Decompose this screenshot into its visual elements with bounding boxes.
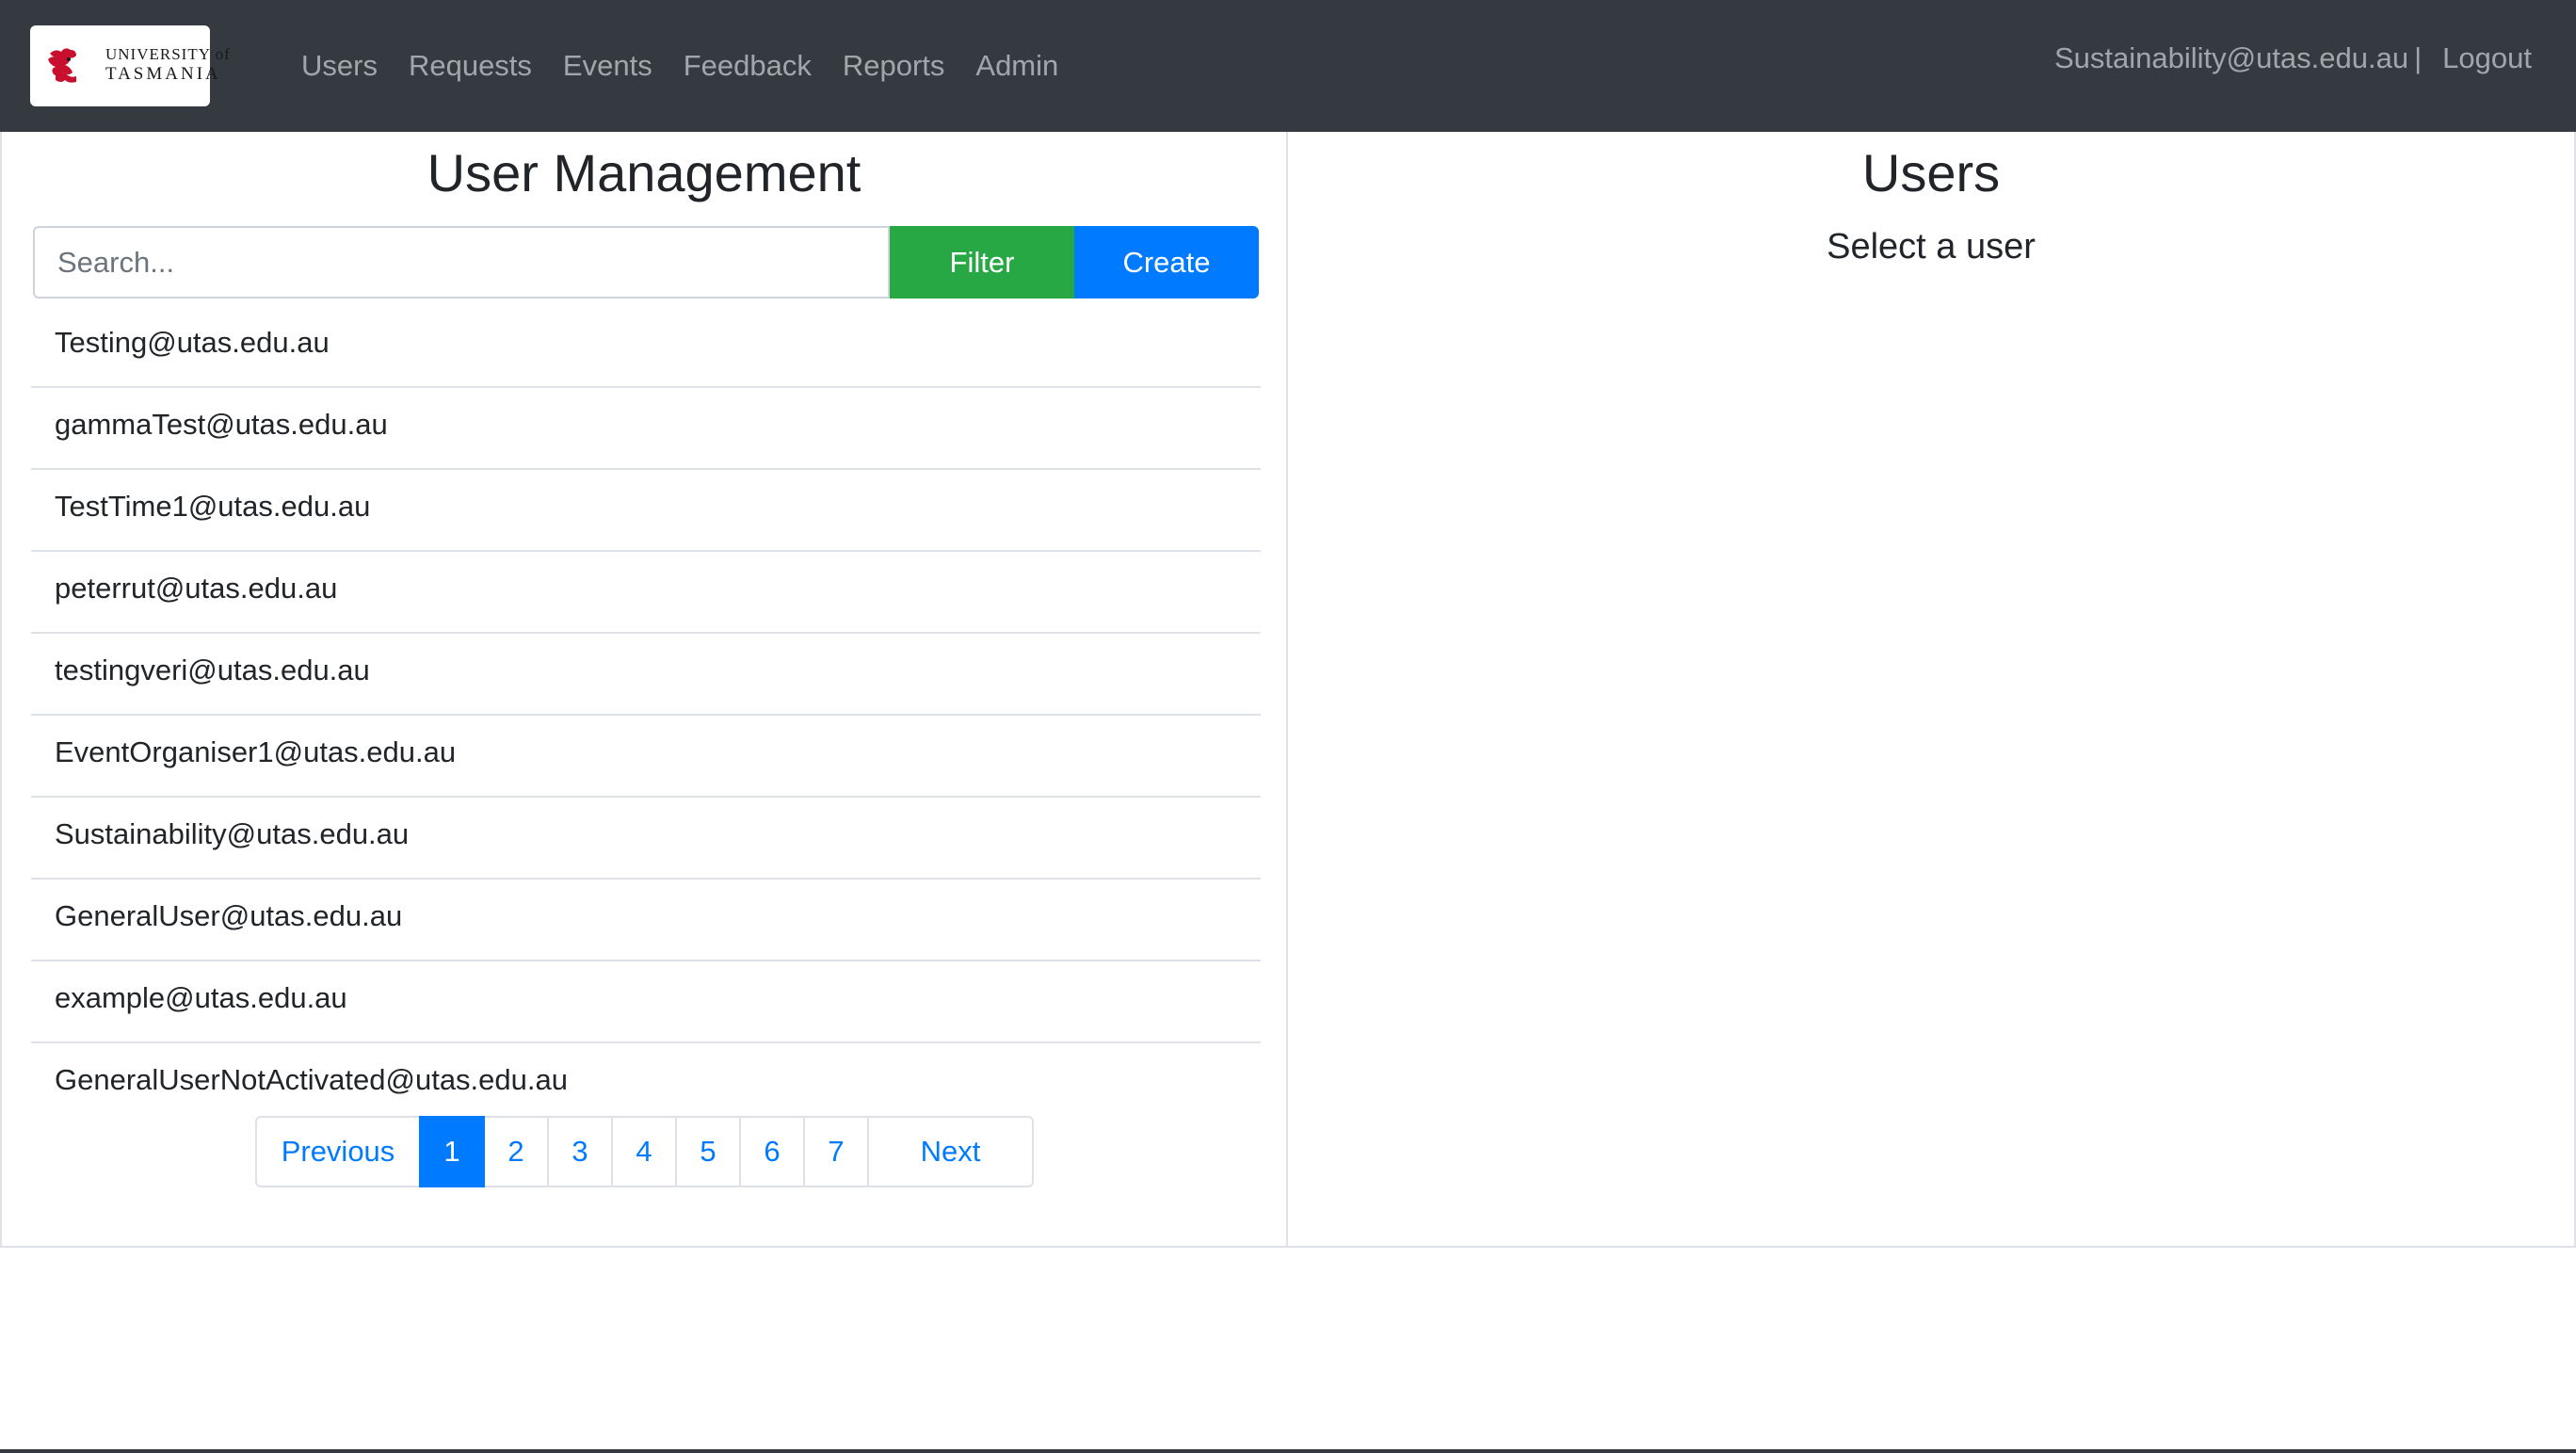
user-details-panel: Users Select a user xyxy=(1286,132,2576,1248)
list-item[interactable]: EventOrganiser1@utas.edu.au xyxy=(31,716,1261,798)
pagination-page-2[interactable]: 2 xyxy=(483,1116,549,1187)
list-item[interactable]: Testing@utas.edu.au xyxy=(31,306,1261,388)
users-title: Users xyxy=(1861,143,2001,202)
pagination-page-3[interactable]: 3 xyxy=(547,1116,613,1187)
pagination-page-6[interactable]: 6 xyxy=(739,1116,805,1187)
list-item[interactable]: gammaTest@utas.edu.au xyxy=(31,388,1261,470)
user-management-title: User Management xyxy=(427,143,861,202)
nav-link-users[interactable]: Users xyxy=(301,45,378,87)
nav-link-reports[interactable]: Reports xyxy=(843,45,945,87)
logout-link[interactable]: Logout xyxy=(2442,41,2532,75)
search-input[interactable] xyxy=(33,226,890,299)
filter-button[interactable]: Filter xyxy=(890,226,1074,299)
tasmanian-lion-crest-icon xyxy=(48,48,78,86)
pagination-next-button[interactable]: Next xyxy=(867,1116,1034,1187)
create-button[interactable]: Create xyxy=(1074,226,1259,299)
current-user-email: Sustainability@utas.edu.au xyxy=(2053,41,2409,74)
list-item[interactable]: peterrut@utas.edu.au xyxy=(31,552,1261,634)
bottom-divider xyxy=(0,1449,2576,1453)
nav-link-admin[interactable]: Admin xyxy=(975,45,1058,87)
nav-links: Users Requests Events Feedback Reports A… xyxy=(301,45,1058,87)
nav-link-events[interactable]: Events xyxy=(563,45,652,87)
search-toolbar: Filter Create xyxy=(33,226,1259,299)
university-logo[interactable]: UNIVERSITY of TASMANIA xyxy=(30,25,230,106)
pagination-page-7[interactable]: 7 xyxy=(803,1116,869,1187)
pagination-page-1[interactable]: 1 xyxy=(419,1116,485,1187)
user-menu: Sustainability@utas.edu.au | Logout xyxy=(2054,38,2532,79)
list-item[interactable]: GeneralUser@utas.edu.au xyxy=(31,880,1261,961)
pagination-page-5[interactable]: 5 xyxy=(675,1116,741,1187)
nav-link-requests[interactable]: Requests xyxy=(409,45,532,87)
list-item[interactable]: Sustainability@utas.edu.au xyxy=(31,798,1261,880)
pagination-previous-button[interactable]: Previous xyxy=(255,1116,421,1187)
logo-line-tasmania: TASMANIA xyxy=(105,64,221,84)
top-navbar: UNIVERSITY of TASMANIA Users Requests Ev… xyxy=(0,0,2576,132)
user-management-panel: User Management Filter Create Testing@ut… xyxy=(0,132,1288,1248)
select-user-message: Select a user xyxy=(1827,227,2036,266)
list-item[interactable]: example@utas.edu.au xyxy=(31,961,1261,1043)
list-item[interactable]: TestTime1@utas.edu.au xyxy=(31,470,1261,552)
pagination: Previous 1 2 3 4 5 6 7 Next xyxy=(255,1116,1034,1187)
pagination-page-4[interactable]: 4 xyxy=(611,1116,677,1187)
user-list: Testing@utas.edu.au gammaTest@utas.edu.a… xyxy=(31,306,1261,1125)
list-item[interactable]: testingveri@utas.edu.au xyxy=(31,634,1261,716)
list-item[interactable]: GeneralUserNotActivated@utas.edu.au xyxy=(31,1043,1261,1125)
nav-link-feedback[interactable]: Feedback xyxy=(684,45,812,87)
logo-line-university: UNIVERSITY of xyxy=(105,45,231,63)
nav-separator: | xyxy=(2414,41,2423,74)
